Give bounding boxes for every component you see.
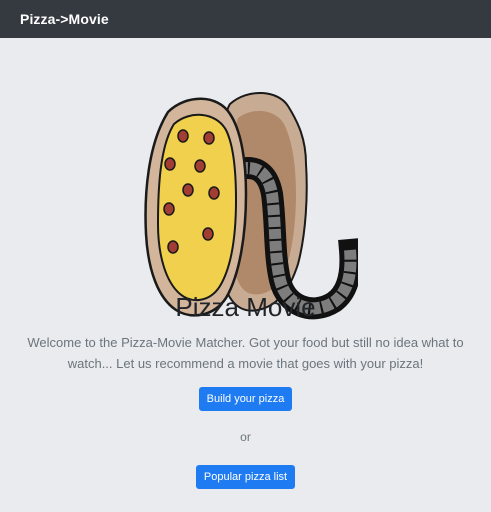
main-content: Pizza Movie Welcome to the Pizza-Movie M… xyxy=(0,38,491,512)
pizza-film-reel-icon xyxy=(144,91,358,320)
top-navbar: Pizza->Movie xyxy=(0,0,491,38)
navbar-brand[interactable]: Pizza->Movie xyxy=(20,11,109,27)
intro-text: Welcome to the Pizza-Movie Matcher. Got … xyxy=(27,335,464,371)
build-your-pizza-button[interactable]: Build your pizza xyxy=(199,387,292,411)
popular-pizza-list-button[interactable]: Popular pizza list xyxy=(196,465,295,489)
page-title: Pizza Movie xyxy=(175,292,316,322)
or-separator: or xyxy=(240,430,251,444)
